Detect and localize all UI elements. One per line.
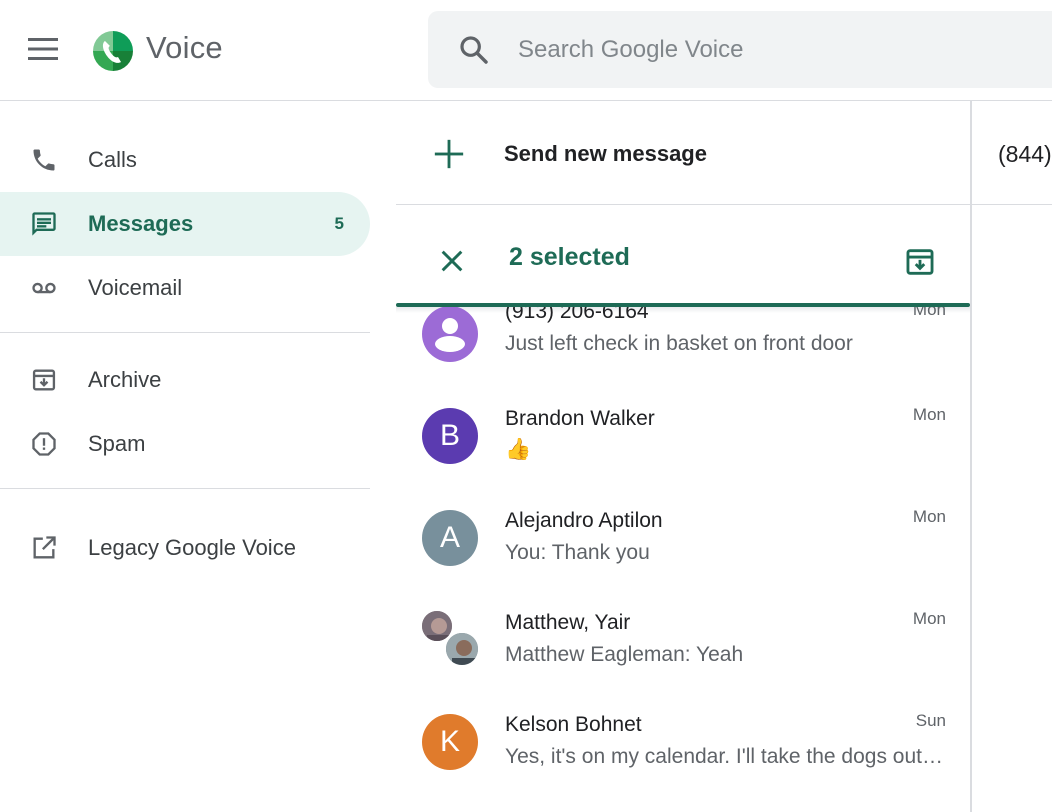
- sidebar-item-spam[interactable]: Spam: [0, 412, 370, 476]
- message-time: Sun: [915, 711, 946, 730]
- sidebar-item-calls[interactable]: Calls: [0, 128, 370, 192]
- selected-count: 2 selected: [509, 243, 630, 271]
- avatar: B: [422, 408, 478, 464]
- contact-name: Matthew, Yair: [505, 611, 631, 634]
- search-icon[interactable]: [458, 34, 490, 66]
- sidebar-item-label: Spam: [88, 431, 146, 456]
- conversation-list: (913) 206-6164 Just left check in basket…: [396, 307, 970, 812]
- voicemail-icon: [28, 272, 60, 304]
- archive-icon: [28, 364, 60, 396]
- sidebar-item-messages[interactable]: Messages 5: [0, 192, 370, 256]
- sidebar-item-label: Messages: [88, 211, 194, 236]
- message-time: Mon: [912, 609, 946, 628]
- app-header: Voice: [0, 0, 1052, 101]
- avatar: A: [422, 510, 478, 566]
- panel-divider: [970, 101, 972, 812]
- list-item[interactable]: K Kelson Bohnet Yes, it's on my calendar…: [396, 697, 970, 799]
- message-snippet: 👍: [505, 438, 532, 461]
- list-item[interactable]: A Alejandro Aptilon You: Thank you Mon: [396, 493, 970, 595]
- phone-icon: [28, 144, 60, 176]
- selection-toolbar: 2 selected: [396, 205, 970, 313]
- sidebar-divider: [0, 332, 370, 333]
- sidebar-item-voicemail[interactable]: Voicemail: [0, 256, 370, 320]
- archive-selected-icon[interactable]: [903, 245, 937, 279]
- avatar: [444, 631, 480, 667]
- avatar: K: [422, 714, 478, 770]
- unread-count-badge: 5: [334, 214, 344, 233]
- main-menu-button[interactable]: [18, 26, 68, 72]
- contact-name: (913) 206-6164: [505, 307, 649, 323]
- sidebar-divider: [0, 488, 370, 489]
- hamburger-menu-icon: [28, 38, 58, 60]
- google-voice-logo-icon[interactable]: [90, 28, 136, 74]
- close-icon[interactable]: [436, 245, 468, 277]
- message-snippet: You: Thank you: [505, 541, 650, 564]
- send-new-message-label: Send new message: [504, 141, 707, 166]
- conversation-title: (844): [998, 141, 1052, 167]
- message-time: Mon: [912, 405, 946, 424]
- search-bar[interactable]: [428, 11, 1052, 88]
- message-time: Mon: [912, 307, 946, 319]
- sidebar-item-label: Calls: [88, 147, 137, 172]
- person-icon: [422, 307, 478, 362]
- sidebar: Calls Messages 5 Voicemail Archive Spam …: [0, 101, 370, 812]
- open-in-new-icon: [28, 532, 60, 564]
- contact-name: Brandon Walker: [505, 407, 655, 430]
- message-snippet: Just left check in basket on front door: [505, 332, 853, 355]
- app-name: Voice: [146, 30, 223, 65]
- message-snippet: Matthew Eagleman: Yeah: [505, 643, 744, 666]
- message-time: Mon: [912, 507, 946, 526]
- group-avatar: [420, 609, 480, 669]
- list-item[interactable]: Matthew, Yair Matthew Eagleman: Yeah Mon: [396, 595, 970, 697]
- list-item[interactable]: B Brandon Walker 👍 Mon: [396, 391, 970, 493]
- list-item[interactable]: (913) 206-6164 Just left check in basket…: [396, 307, 970, 391]
- conversation-header: (844): [972, 101, 1052, 205]
- message-icon: [28, 208, 60, 240]
- sidebar-item-label: Voicemail: [88, 275, 183, 300]
- contact-name: Alejandro Aptilon: [505, 509, 663, 532]
- search-input[interactable]: [518, 11, 1038, 88]
- sidebar-item-label: Legacy Google Voice: [88, 535, 296, 560]
- sidebar-item-archive[interactable]: Archive: [0, 348, 370, 412]
- conversation-list-panel: Send new message 2 selected (913) 206-61…: [396, 101, 970, 812]
- sidebar-item-label: Archive: [88, 367, 162, 392]
- message-snippet: Yes, it's on my calendar. I'll take the …: [505, 745, 945, 768]
- spam-icon: [28, 428, 60, 460]
- plus-icon: [434, 139, 464, 169]
- contact-name: Kelson Bohnet: [505, 713, 642, 736]
- sidebar-item-legacy-google-voice[interactable]: Legacy Google Voice: [0, 516, 370, 580]
- send-new-message-button[interactable]: Send new message: [396, 101, 970, 205]
